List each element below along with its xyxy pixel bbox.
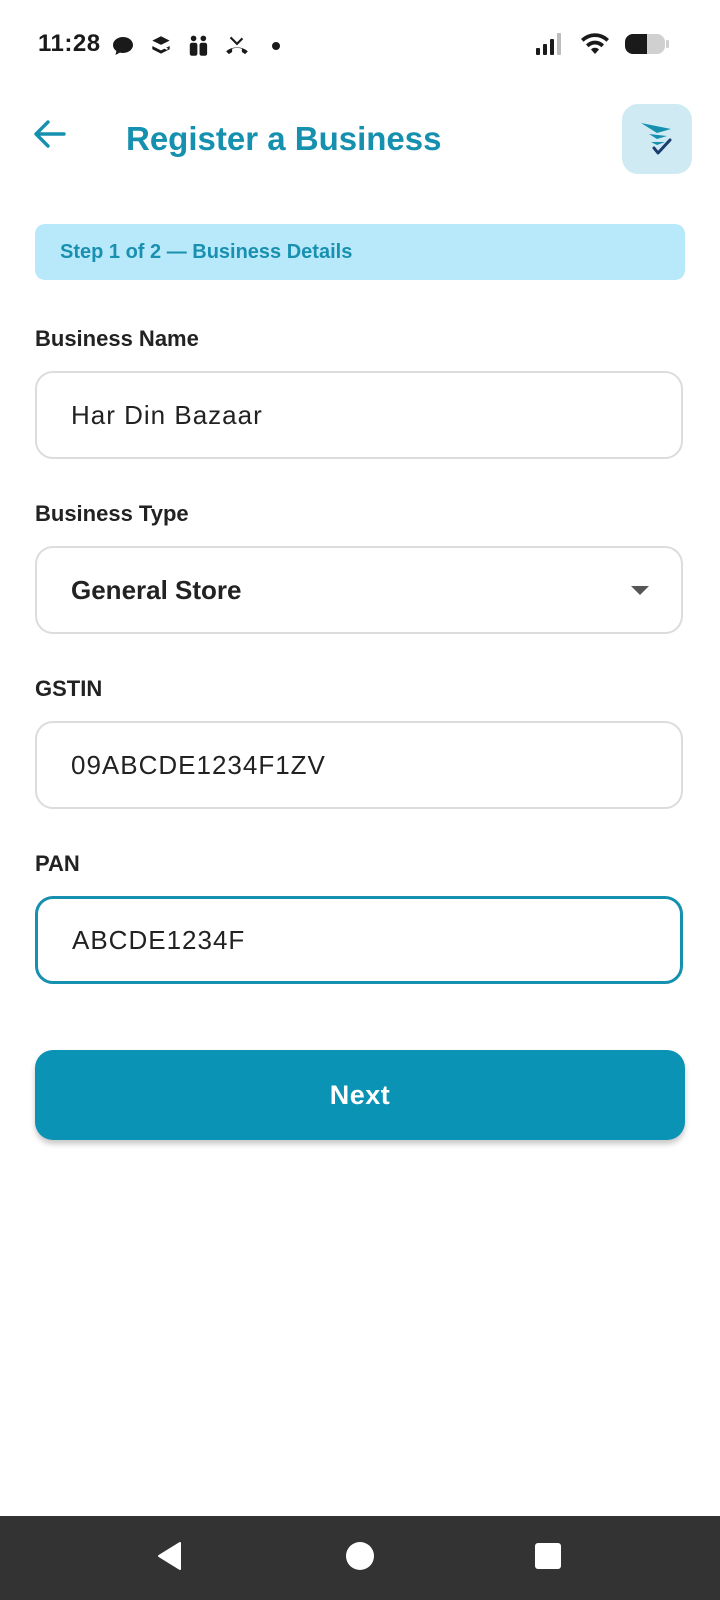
pan-label: PAN xyxy=(35,851,80,876)
business-name-input[interactable] xyxy=(71,399,631,431)
recents-square-icon xyxy=(533,1541,563,1576)
business-name-label: Business Name xyxy=(35,326,199,351)
app-header: Register a Business xyxy=(0,100,720,180)
business-type-selected-value: General Store xyxy=(71,574,242,605)
status-bar: 11:28 xyxy=(0,0,720,92)
nav-back-button[interactable] xyxy=(148,1536,192,1580)
gstin-field[interactable] xyxy=(35,721,683,809)
gstin-input[interactable] xyxy=(71,749,631,781)
system-icons xyxy=(536,30,670,62)
pan-field[interactable] xyxy=(35,896,683,984)
layers-icon xyxy=(148,33,174,59)
people-icon xyxy=(186,33,212,59)
back-button[interactable] xyxy=(28,114,72,158)
notification-icons xyxy=(110,30,280,62)
nav-recents-button[interactable] xyxy=(526,1536,570,1580)
system-navigation-bar xyxy=(0,1516,720,1600)
business-type-label: Business Type xyxy=(35,501,189,526)
home-circle-icon xyxy=(344,1540,376,1577)
notification-dot-icon xyxy=(272,42,280,50)
missed-call-icon xyxy=(224,33,250,59)
signal-icon xyxy=(536,32,566,61)
battery-icon xyxy=(624,32,670,61)
caret-down-icon xyxy=(631,585,649,595)
next-button-label: Next xyxy=(329,1079,391,1110)
gstin-label: GSTIN xyxy=(35,676,103,701)
back-triangle-icon xyxy=(155,1540,185,1577)
register-business-screen: 11:28 Register a Business Step 1 of 2 — … xyxy=(0,0,720,1600)
next-button[interactable]: Next xyxy=(35,1050,685,1140)
nav-home-button[interactable] xyxy=(338,1536,382,1580)
arrow-left-icon xyxy=(33,119,67,154)
app-logo-icon xyxy=(635,115,679,164)
page-title: Register a Business xyxy=(126,120,442,157)
wifi-icon xyxy=(580,32,610,61)
business-type-select[interactable]: General Store xyxy=(35,546,683,634)
chat-bubble-icon xyxy=(110,33,136,59)
status-time: 11:28 xyxy=(38,30,101,57)
pan-input[interactable] xyxy=(72,924,632,956)
step-banner-text: Step 1 of 2 — Business Details xyxy=(60,240,353,263)
app-logo-button[interactable] xyxy=(622,104,692,174)
step-banner: Step 1 of 2 — Business Details xyxy=(35,224,685,280)
business-name-field[interactable] xyxy=(35,371,683,459)
